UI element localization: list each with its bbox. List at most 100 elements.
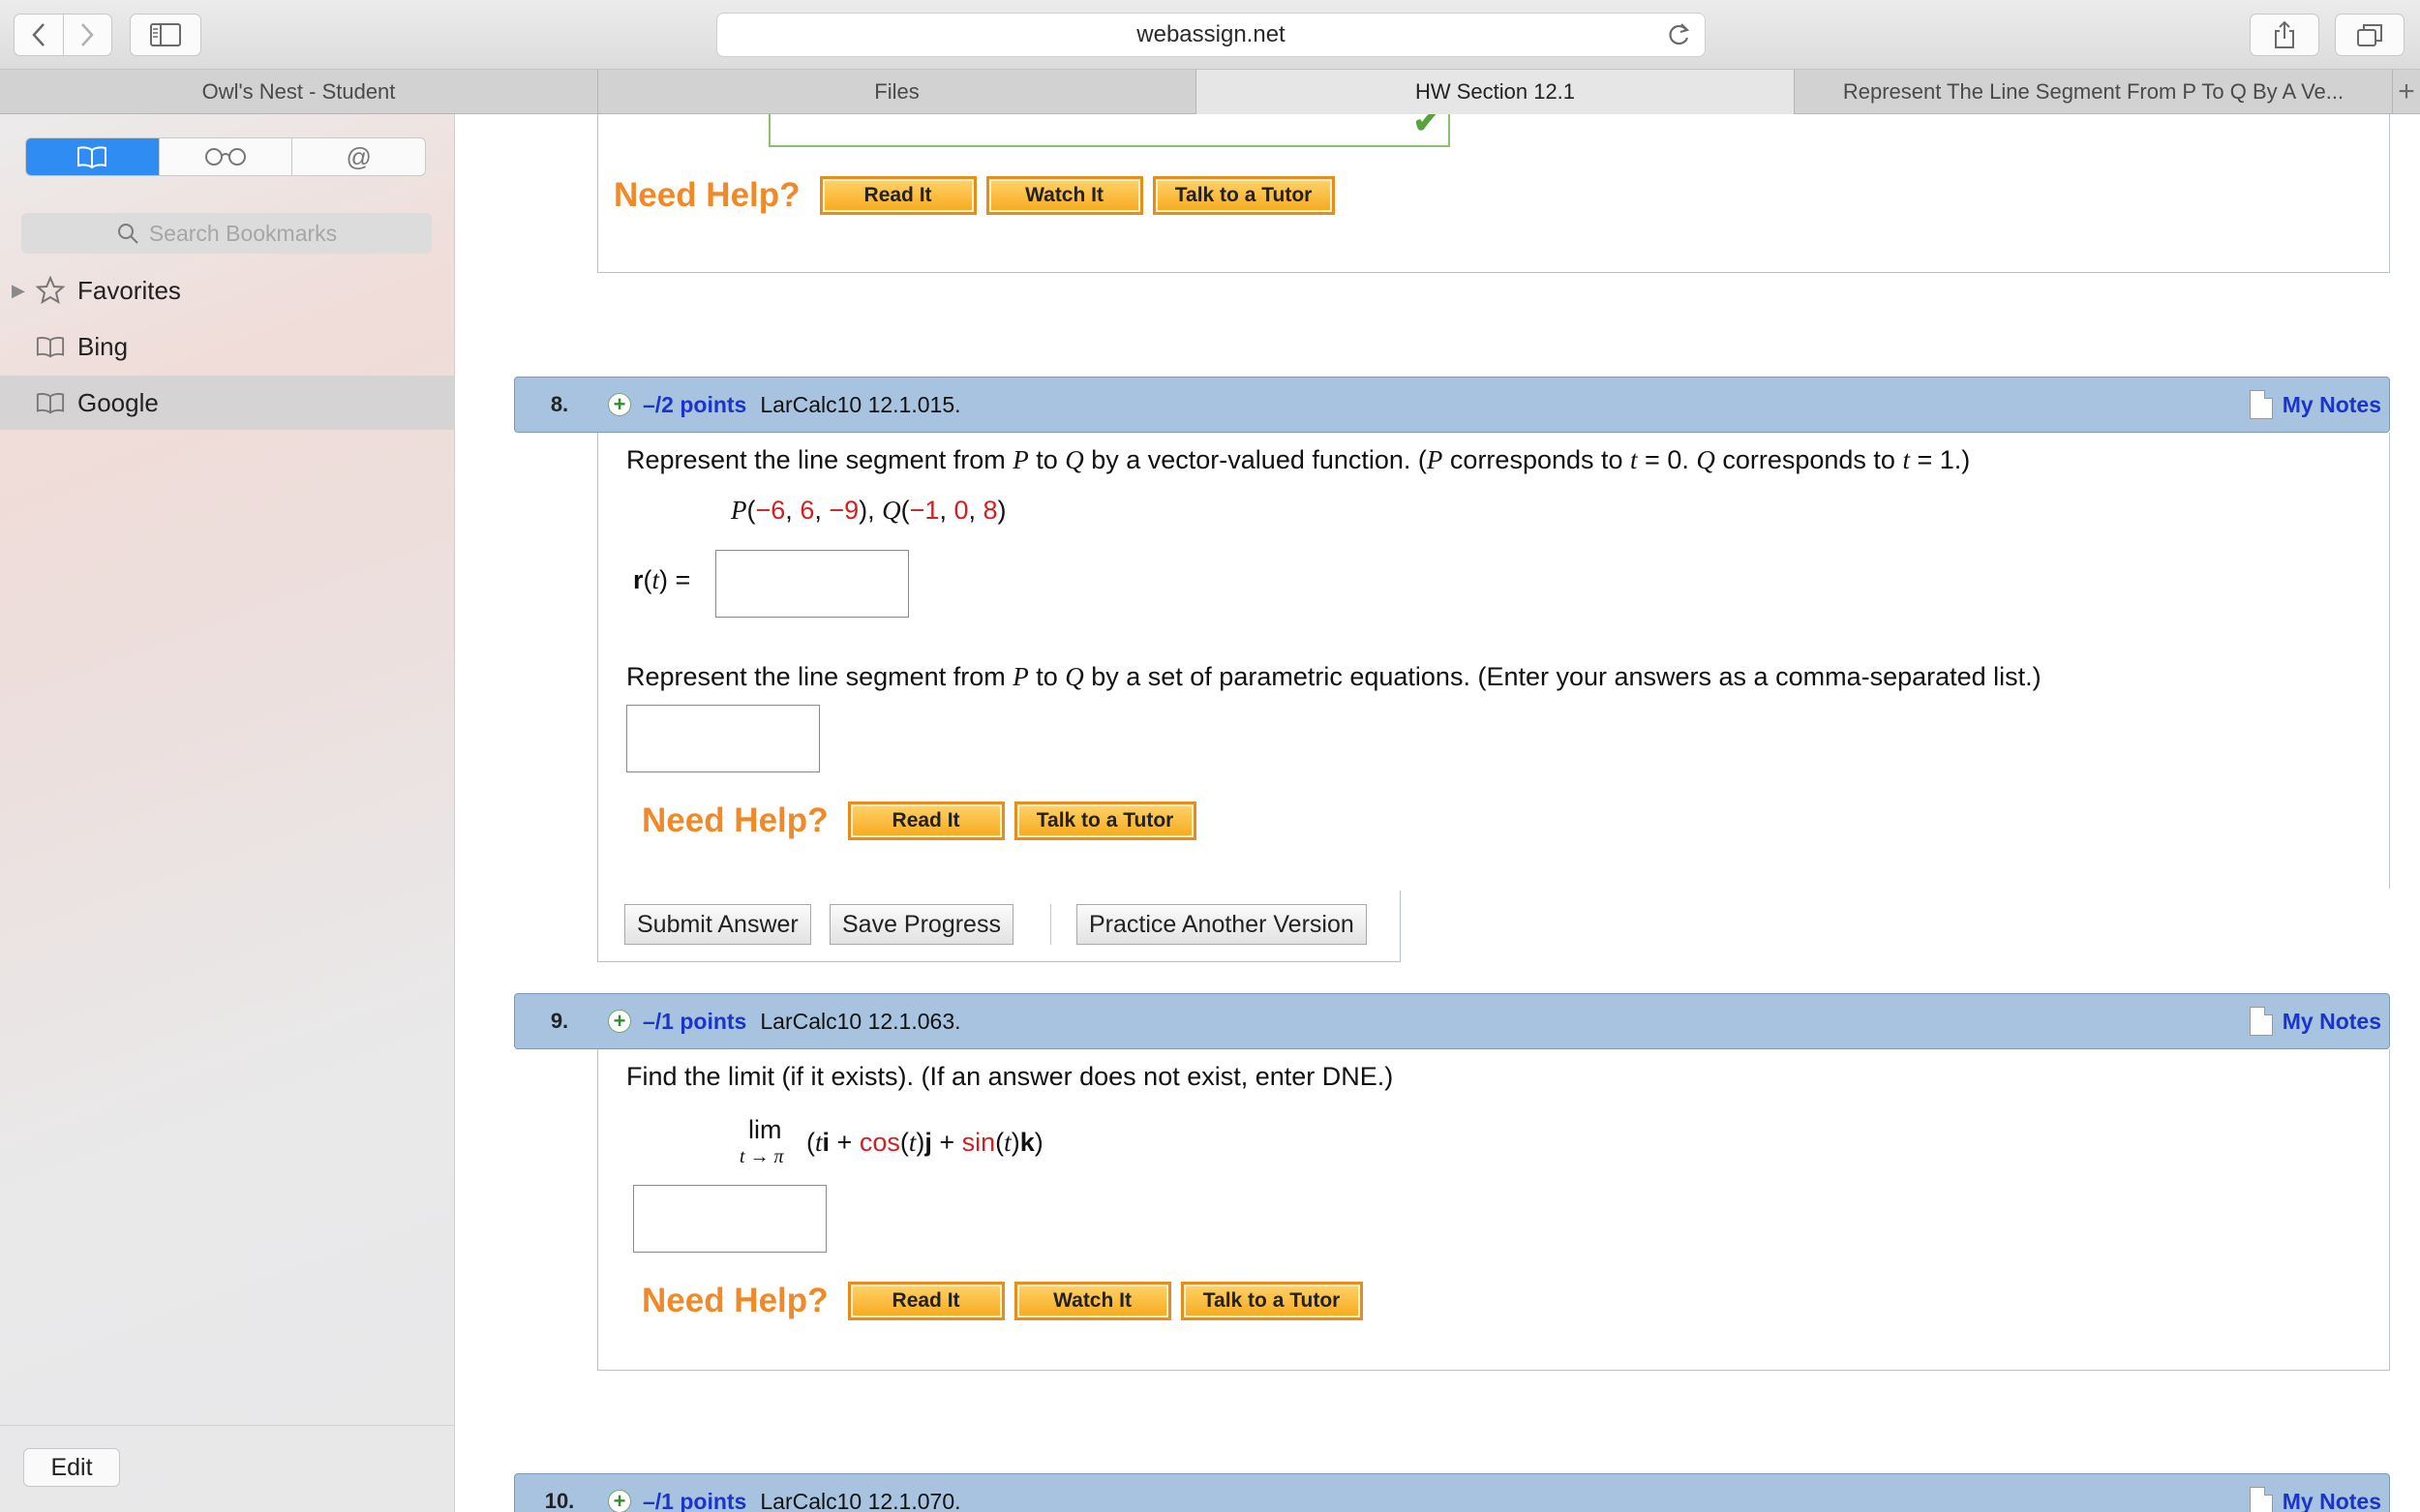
- tabs-icon: [2357, 24, 2382, 46]
- need-help-bar: Need Help? Read It Watch It Talk to a Tu…: [614, 176, 1345, 215]
- sidebar-icon: [150, 23, 181, 46]
- question-code: LarCalc10 12.1.015.: [760, 391, 961, 417]
- tab-hw-section[interactable]: HW Section 12.1: [1196, 70, 1795, 114]
- watch-it-button[interactable]: Watch It: [1013, 1282, 1171, 1320]
- book-icon: [33, 335, 68, 358]
- chevron-right-icon: [81, 23, 94, 46]
- tabs-overview-button[interactable]: [2335, 14, 2405, 56]
- note-icon: [2249, 1007, 2273, 1036]
- points-p-q: P(−6, 6, −9), Q(−1, 0, 8): [731, 496, 1007, 525]
- tab-label: Owl's Nest - Student: [201, 79, 396, 104]
- limit-label: lim: [748, 1115, 782, 1144]
- parametric-equations-input[interactable]: [626, 705, 820, 772]
- my-notes-link[interactable]: My Notes: [2249, 1007, 2381, 1036]
- shared-links-tab[interactable]: @: [291, 138, 425, 175]
- tab-label: HW Section 12.1: [1414, 79, 1576, 104]
- submit-answer-button[interactable]: Submit Answer: [624, 904, 811, 945]
- nav-buttons: [14, 14, 112, 56]
- panel-gap: [1400, 889, 2390, 891]
- search-placeholder: Search Bookmarks: [148, 220, 338, 246]
- talk-to-tutor-button[interactable]: Talk to a Tutor: [1180, 1282, 1363, 1320]
- at-sign-icon: @: [346, 141, 372, 171]
- my-notes-label: My Notes: [2282, 391, 2381, 417]
- edit-bookmarks-button[interactable]: Edit: [23, 1448, 120, 1487]
- read-it-button[interactable]: Read It: [847, 1282, 1005, 1320]
- disclosure-triangle-icon[interactable]: ▶: [12, 281, 25, 301]
- note-icon: [2249, 1487, 2273, 1512]
- webassign-content: ✔ Need Help? Read It Watch It Talk to a …: [456, 114, 2420, 1512]
- note-icon: [2249, 390, 2273, 419]
- points-link[interactable]: –/1 points: [643, 1489, 746, 1512]
- bookmarks-tab[interactable]: [26, 138, 159, 175]
- vector-function-input[interactable]: [715, 550, 909, 618]
- question-10-header: 10. + –/1 points LarCalc10 12.1.070. My …: [514, 1473, 2390, 1512]
- tab-files[interactable]: Files: [598, 70, 1196, 114]
- points-link[interactable]: –/2 points: [643, 392, 746, 418]
- question-9-header: 9. + –/1 points LarCalc10 12.1.063. My N…: [514, 993, 2390, 1049]
- search-icon: [117, 224, 138, 244]
- back-button[interactable]: [15, 15, 63, 55]
- share-button[interactable]: [2250, 14, 2319, 56]
- sidebar-item-bing[interactable]: Bing: [0, 319, 455, 374]
- expand-plus-icon[interactable]: +: [608, 1010, 631, 1033]
- points-link[interactable]: –/1 points: [643, 1009, 746, 1035]
- sidebar-item-google[interactable]: Google: [0, 376, 455, 430]
- tab-label: Represent The Line Segment From P To Q B…: [1842, 79, 2344, 104]
- answer-field-correct[interactable]: ✔: [769, 114, 1450, 147]
- need-help-bar: Need Help? Read It Talk to a Tutor: [642, 801, 1206, 840]
- question-9-prompt: Find the limit (if it exists). (If an an…: [626, 1062, 1394, 1091]
- limit-subscript: t → π: [740, 1146, 784, 1167]
- sidebar-item-label: Bing: [77, 331, 129, 361]
- need-help-label: Need Help?: [642, 1282, 829, 1319]
- glasses-icon: [205, 148, 246, 166]
- read-it-button[interactable]: Read It: [819, 176, 977, 215]
- limit-answer-input[interactable]: [633, 1185, 827, 1253]
- talk-to-tutor-button[interactable]: Talk to a Tutor: [1013, 801, 1196, 840]
- tab-bar: Owl's Nest - Student Files HW Section 12…: [0, 70, 2420, 114]
- book-icon: [77, 146, 107, 168]
- r-of-t-label: r(t) =: [633, 565, 691, 594]
- question-number: 10.: [544, 1489, 575, 1512]
- reload-icon[interactable]: [1666, 21, 1691, 48]
- practice-another-version-button[interactable]: Practice Another Version: [1076, 904, 1367, 945]
- reading-list-tab[interactable]: [158, 138, 292, 175]
- watch-it-button[interactable]: Watch It: [985, 176, 1143, 215]
- book-icon: [33, 391, 68, 414]
- read-it-button[interactable]: Read It: [847, 801, 1005, 840]
- sidebar-segment-control: @: [25, 137, 426, 176]
- tab-label: Files: [874, 79, 920, 104]
- need-help-label: Need Help?: [642, 801, 829, 839]
- my-notes-label: My Notes: [2282, 1488, 2381, 1512]
- star-icon: [33, 276, 68, 305]
- my-notes-link[interactable]: My Notes: [2249, 1487, 2381, 1512]
- sidebar-item-label: Google: [77, 387, 159, 417]
- question-code: LarCalc10 12.1.063.: [760, 1008, 961, 1034]
- limit-expression: (ti + cos(t)j + sin(t)k): [806, 1128, 1044, 1157]
- search-bookmarks-field[interactable]: Search Bookmarks: [21, 213, 432, 254]
- question-9-box: [597, 1049, 2390, 1371]
- question-7-box: ✔ Need Help? Read It Watch It Talk to a …: [597, 114, 2390, 273]
- chevron-left-icon: [32, 23, 45, 46]
- question-8-header: 8. + –/2 points LarCalc10 12.1.015. My N…: [514, 377, 2390, 433]
- save-progress-button[interactable]: Save Progress: [830, 904, 1013, 945]
- separator: [1050, 904, 1051, 945]
- tab-owls-nest[interactable]: Owl's Nest - Student: [0, 70, 598, 114]
- sidebar-item-favorites[interactable]: ▶ Favorites: [0, 263, 455, 318]
- expand-plus-icon[interactable]: +: [608, 393, 631, 416]
- new-tab-button[interactable]: +: [2393, 70, 2420, 113]
- sidebar-toggle-button[interactable]: [130, 14, 201, 56]
- my-notes-link[interactable]: My Notes: [2249, 390, 2381, 419]
- talk-to-tutor-button[interactable]: Talk to a Tutor: [1152, 176, 1335, 215]
- tab-represent-line[interactable]: Represent The Line Segment From P To Q B…: [1795, 70, 2393, 114]
- need-help-label: Need Help?: [614, 176, 801, 214]
- url-text: webassign.net: [1136, 21, 1286, 47]
- question-8-prompt-2: Represent the line segment from P to Q b…: [626, 662, 2042, 691]
- sidebar-divider: [0, 1425, 455, 1426]
- expand-plus-icon[interactable]: +: [608, 1490, 631, 1512]
- question-number: 8.: [550, 392, 569, 416]
- need-help-bar: Need Help? Read It Watch It Talk to a Tu…: [642, 1282, 1373, 1320]
- forward-button[interactable]: [62, 15, 112, 55]
- address-bar[interactable]: webassign.net: [716, 13, 1706, 57]
- share-icon: [2275, 20, 2294, 48]
- question-number: 9.: [550, 1009, 569, 1033]
